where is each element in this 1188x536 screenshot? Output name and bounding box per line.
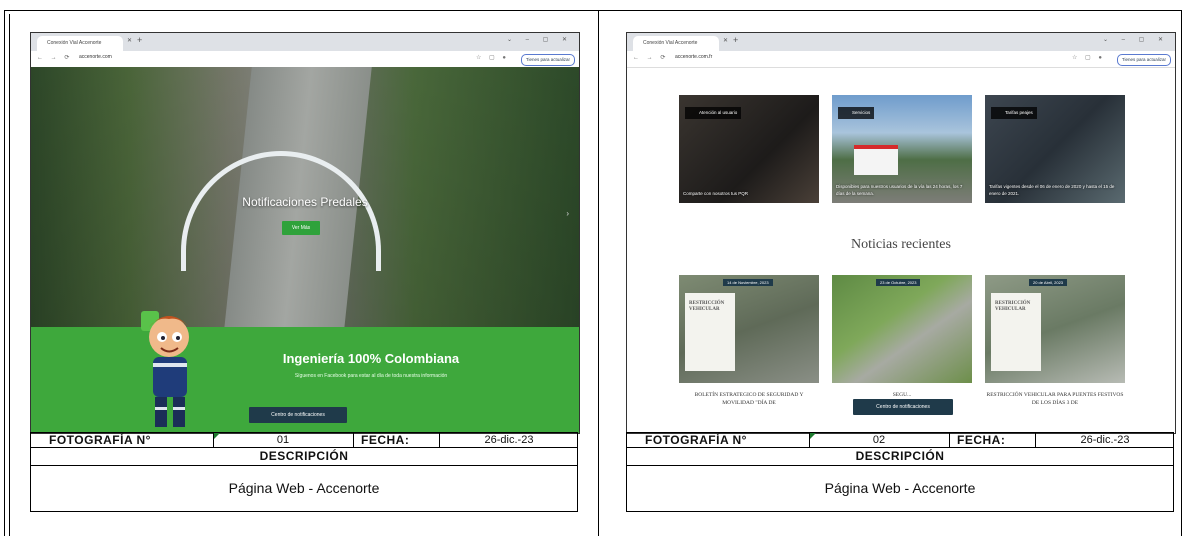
window-controls[interactable]: ⌄ – ▢ ✕ [507, 36, 573, 43]
banner-subtitle: Síguenos en Facebook para estar al día d… [294, 373, 448, 379]
screenshot-1: Conexión Vial Accenorte ✕ + ⌄ – ▢ ✕ ← → … [30, 32, 580, 434]
frame-left [4, 10, 5, 536]
description-label: DESCRIPCIÓN [626, 448, 1174, 466]
notification-center-button[interactable]: Centro de notificaciones [249, 407, 347, 423]
description-value: Página Web - Accenorte [30, 466, 578, 512]
date-value: 26-dic.-23 [1080, 434, 1130, 446]
photo-report-sheet: Conexión Vial Accenorte ✕ + ⌄ – ▢ ✕ ← → … [0, 0, 1188, 536]
news-card-3[interactable]: 20 de Abril, 2023 RESTRICCIÓN VEHICULAR [985, 275, 1125, 383]
poster-text: RESTRICCIÓN VEHICULAR [689, 301, 725, 312]
news-caption[interactable]: BOLETÍN ESTRATEGICO DE SEGURIDAD Y MOVIL… [679, 391, 819, 407]
date-label: FECHA: [957, 433, 1006, 447]
date-value: 26-dic.-23 [484, 434, 534, 446]
photo-number: 01 [276, 434, 290, 446]
new-tab-icon[interactable]: + [137, 35, 142, 45]
photo-number-label: FOTOGRAFÍA N° [49, 433, 151, 447]
card-caption: Tarifas vigentes desde el 06 de enero de… [989, 184, 1115, 196]
window-controls[interactable]: ⌄ – ▢ ✕ [1103, 36, 1169, 43]
hero-title: Notificaciones Predales [242, 195, 368, 209]
browser-tabbar: Conexión Vial Accenorte ✕ + ⌄ – ▢ ✕ [627, 33, 1175, 51]
poster-text: RESTRICCIÓN VEHICULAR [995, 301, 1031, 312]
banner-title: Ingeniería 100% Colombiana [282, 351, 460, 366]
news-date: 23 de Octubre, 2023 [876, 279, 921, 286]
card-caption: Disponibles para nuestros usuarios de la… [836, 184, 963, 196]
restriction-poster: RESTRICCIÓN VEHICULAR [685, 293, 735, 371]
description-value: Página Web - Accenorte [626, 466, 1174, 512]
service-card-servicios[interactable]: Servicios Disponibles para nuestros usua… [832, 95, 972, 203]
frame-top [4, 10, 1182, 11]
star-icon[interactable]: ☆ ▢ ● [476, 54, 509, 61]
service-card-tarifas[interactable]: Tarifas peajes Tarifas vigentes desde el… [985, 95, 1125, 203]
news-section-title: Noticias recientes [851, 237, 951, 252]
photo-number: 02 [872, 434, 886, 446]
date-label: FECHA: [361, 433, 410, 447]
frame-right [1181, 10, 1182, 536]
divider [353, 433, 354, 447]
news-card-2[interactable]: 23 de Octubre, 2023 [832, 275, 972, 383]
chevron-right-icon[interactable]: › [566, 209, 569, 218]
screenshot-2: Conexión Vial Accenorte ✕ + ⌄ – ▢ ✕ ← → … [626, 32, 1176, 434]
card-heading: Tarifas peajes [991, 107, 1037, 119]
nav-icons[interactable]: ← → ⟳ [633, 54, 668, 61]
photo-panel-2: Conexión Vial Accenorte ✕ + ⌄ – ▢ ✕ ← → … [610, 18, 1176, 528]
divider [949, 433, 950, 447]
browser-tab[interactable]: Conexión Vial Accenorte [633, 36, 719, 51]
info-row-photo-date: FOTOGRAFÍA N° 02 FECHA: 26-dic.-23 [626, 432, 1174, 448]
address-bar: ← → ⟳ accenorte.com ☆ ▢ ● Tienes para ac… [31, 51, 579, 68]
browser-tab[interactable]: Conexión Vial Accenorte [37, 36, 123, 51]
ambulance-image [854, 145, 898, 175]
description-label: DESCRIPCIÓN [30, 448, 578, 466]
info-row-photo-date: FOTOGRAFÍA N° 01 FECHA: 26-dic.-23 [30, 432, 578, 448]
news-date: 14 de Noviembre, 2023 [723, 279, 773, 286]
news-caption[interactable]: SEGU... [832, 391, 972, 399]
card-heading: Servicios [838, 107, 875, 119]
service-cards: Atención al usuario Comparte con nosotro… [679, 95, 1129, 205]
news-card-1[interactable]: 14 de Noviembre, 2023 RESTRICCIÓN VEHICU… [679, 275, 819, 383]
card-caption: Comparte con nosotros tus PQR [683, 191, 749, 196]
frame-middle [598, 10, 599, 536]
photo-number-label: FOTOGRAFÍA N° [645, 433, 747, 447]
frame-left-inner [9, 14, 10, 536]
nav-icons[interactable]: ← → ⟳ [37, 54, 72, 61]
news-date: 20 de Abril, 2023 [1029, 279, 1068, 286]
address-bar: ← → ⟳ accenorte.com.fr ☆ ▢ ● Tienes para… [627, 51, 1175, 68]
close-icon[interactable]: ✕ [127, 37, 132, 44]
update-button[interactable]: Tienes para actualizar [1116, 54, 1171, 66]
new-tab-icon[interactable]: + [733, 35, 738, 45]
restriction-poster: RESTRICCIÓN VEHICULAR [991, 293, 1041, 371]
news-caption[interactable]: RESTRICCIÓN VEHICULAR PARA PUENTES FESTI… [985, 391, 1125, 407]
notification-center-button[interactable]: Centro de notificaciones [853, 399, 953, 415]
url-field[interactable]: accenorte.com.fr [675, 54, 712, 60]
browser-tabbar: Conexión Vial Accenorte ✕ + ⌄ – ▢ ✕ [31, 33, 579, 51]
close-icon[interactable]: ✕ [723, 37, 728, 44]
hero-button[interactable]: Ver Más [282, 221, 320, 235]
url-field[interactable]: accenorte.com [79, 54, 112, 60]
card-heading: Atención al usuario [685, 107, 742, 119]
photo-panel-1: Conexión Vial Accenorte ✕ + ⌄ – ▢ ✕ ← → … [14, 18, 580, 528]
update-button[interactable]: Tienes para actualizar [520, 54, 575, 66]
service-card-atencion[interactable]: Atención al usuario Comparte con nosotro… [679, 95, 819, 203]
mascot-image [141, 311, 189, 427]
star-icon[interactable]: ☆ ▢ ● [1072, 54, 1105, 61]
